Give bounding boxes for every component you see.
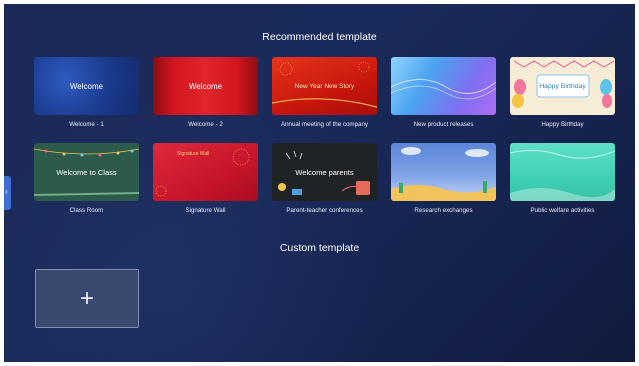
template-caption: New product releases [413, 121, 474, 128]
template-caption: Public welfare activities [530, 207, 595, 214]
template-card-welcome-2[interactable]: Welcome Welcome - 2 [153, 57, 258, 128]
template-card-class-room[interactable]: Welcome to Class Class Room [34, 143, 139, 214]
template-card-welcome-1[interactable]: Welcome Welcome - 1 [34, 57, 139, 128]
template-thumbnail: New Year New Story [272, 57, 377, 115]
template-card-new-product[interactable]: New product releases [391, 57, 496, 128]
template-card-signature-wall[interactable]: Signature Wall Signature Wall [153, 143, 258, 214]
template-thumbnail: Signature Wall [153, 143, 258, 201]
template-thumbnail: Welcome [34, 57, 139, 115]
template-card-research-exchanges[interactable]: Research exchanges [391, 143, 496, 214]
template-card-happy-birthday[interactable]: Happy Birthday Happy Birthday [510, 57, 615, 128]
template-card-annual-meeting[interactable]: New Year New Story Annual meeting of the… [272, 57, 377, 128]
template-caption: Welcome - 1 [69, 121, 104, 128]
template-thumbnail: Happy Birthday [510, 57, 615, 115]
thumbnail-title: Welcome parents [295, 167, 354, 177]
template-caption: Parent-teacher conferences [286, 207, 363, 214]
side-expand-tab[interactable]: › [4, 176, 11, 210]
thumbnail-title: Welcome [188, 81, 223, 91]
chevron-right-icon: › [5, 187, 8, 196]
recommended-section-title: Recommended template [262, 31, 377, 43]
plus-icon: + [79, 284, 94, 312]
add-custom-template-button[interactable]: + [35, 269, 139, 328]
template-screen: › Recommended template Welcome Welcome -… [4, 4, 635, 362]
wave-decoration [510, 149, 615, 201]
template-thumbnail: Welcome parents [272, 143, 377, 201]
template-caption: Welcome - 2 [188, 121, 223, 128]
template-thumbnail: Welcome to Class [34, 143, 139, 201]
thumbnail-title: Signature Wall [177, 151, 210, 157]
template-caption: Happy Birthday [541, 121, 584, 128]
template-caption: Class Room [69, 207, 104, 214]
template-caption: Annual meeting of the company [280, 121, 369, 128]
template-caption: Signature Wall [185, 207, 226, 214]
template-thumbnail [391, 143, 496, 201]
wave-decoration [391, 79, 496, 100]
template-thumbnail [391, 57, 496, 115]
landscape-decoration [391, 147, 496, 201]
custom-section-title: Custom template [279, 242, 360, 254]
template-thumbnail: Welcome [153, 57, 258, 115]
thumbnail-title: Welcome to Class [56, 167, 117, 177]
thumbnail-title: New Year New Story [294, 82, 355, 90]
template-thumbnail [510, 143, 615, 201]
template-caption: Research exchanges [414, 207, 473, 214]
thumbnail-title: Happy Birthday [539, 82, 586, 90]
thumbnail-title: Welcome [69, 81, 104, 91]
template-card-public-welfare[interactable]: Public welfare activities [510, 143, 615, 214]
template-card-parent-teacher[interactable]: Welcome parents Parent-teacher conferenc… [272, 143, 377, 214]
